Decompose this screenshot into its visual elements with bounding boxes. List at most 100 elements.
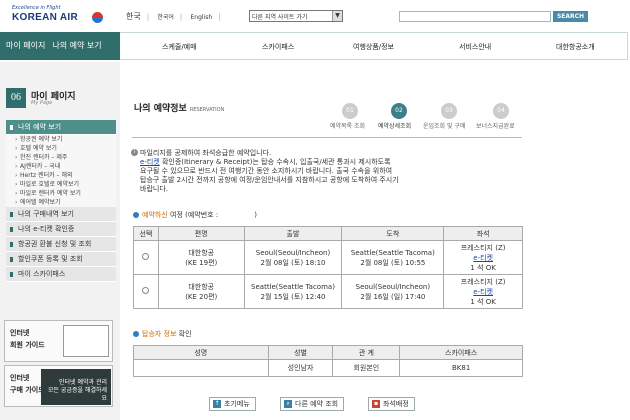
notice-line-2: 확인증(Itinerary & Receipt)는 탑승 수속시, 입출국/세관… bbox=[159, 158, 391, 166]
flight-radio[interactable] bbox=[142, 252, 150, 260]
step-4-number: 04 bbox=[493, 103, 509, 119]
arrow-up-icon: ↑ bbox=[213, 400, 221, 408]
notice-line-4: 탑승구 출발 2시간 전까지 공항에 여정/운임안내서를 지참하시고 공항에 도… bbox=[140, 176, 399, 184]
col-departure: 출발 bbox=[243, 226, 343, 241]
member-guide-banner[interactable]: 인터넷회원 가이드 bbox=[4, 320, 113, 362]
gnb-schedule[interactable]: 스케줄/예매 bbox=[162, 42, 197, 52]
step-2-number: 02 bbox=[391, 103, 407, 119]
sidebar-subitem[interactable]: 호텔 예약 보기 bbox=[6, 144, 116, 153]
sidebar-subtitle: My Page bbox=[31, 100, 53, 106]
site-select[interactable]: 다른 지역 사이트 가기 ▼ bbox=[249, 10, 343, 22]
passenger-heading-rest: 확인 bbox=[178, 330, 192, 338]
step-4-label: 보너스지급완료 bbox=[476, 123, 515, 130]
page-title-text: 나의 예약정보 bbox=[134, 104, 187, 114]
col-seat: 좌석 bbox=[443, 226, 523, 241]
step-1-number: 01 bbox=[342, 103, 358, 119]
seat-status: 1 석 OK bbox=[470, 263, 496, 272]
top-header: Excellence in Flight KOREAN AIR 한국 | 한국어 |… bbox=[0, 0, 630, 31]
table-row: 대한항공 (KE 19편) Seoul(Seoul/Incheon) 2월 08일 … bbox=[133, 240, 523, 275]
step-1-label: 예약목록 조회 bbox=[330, 123, 366, 130]
arr-time: 2월 08일 (토) 10:55 bbox=[360, 258, 426, 267]
tab-my-reservation[interactable]: 나의 예약 보기 bbox=[52, 41, 101, 50]
col-relation: 관 계 bbox=[332, 345, 401, 360]
logo-tagline: Excellence in Flight bbox=[12, 5, 61, 11]
page-title-en: RESERVATION bbox=[189, 107, 225, 113]
cabin-class: 프레스티지 (Z) bbox=[460, 277, 506, 286]
korean-air-logo[interactable]: Excellence in Flight KOREAN AIR bbox=[12, 4, 104, 26]
pax-name bbox=[133, 359, 269, 377]
sidebar-subitem[interactable]: 항공권 예약 보기 bbox=[6, 135, 116, 144]
site-select-value: 다른 지역 사이트 가기 bbox=[252, 14, 308, 21]
lang-korea[interactable]: 한국 bbox=[126, 12, 141, 21]
table-row: 대한항공 (KE 20편) Seattle(Seattle Tacoma) 2월 1… bbox=[133, 274, 523, 309]
dep-city: Seoul(Seoul/Incheon) bbox=[255, 248, 331, 257]
title-divider bbox=[132, 137, 522, 138]
notice-line-3: 요구될 수 있으므로 반드시 전 여행기간 동안 소지하시기 바랍니다. 출국 … bbox=[140, 167, 393, 175]
search-input[interactable] bbox=[399, 11, 551, 22]
step-3-number: 03 bbox=[441, 103, 457, 119]
eticket-link[interactable]: e-티켓 bbox=[444, 287, 522, 297]
other-reservation-button[interactable]: ⌕ 다른 예약 조회 bbox=[280, 397, 345, 411]
sidebar-subitem[interactable]: Hertz 렌터카 – 해외 bbox=[6, 171, 116, 180]
search-icon: ⌕ bbox=[284, 400, 292, 408]
sidebar-subitem[interactable]: 에어텔 예약보기 bbox=[6, 198, 116, 207]
gnb-travel[interactable]: 여행상품/정보 bbox=[353, 42, 394, 52]
banner2-line1: 인터넷 bbox=[10, 374, 30, 382]
notice-box: i 마일리지를 공제하여 좌석승급한 예약입니다. e-티켓 확인증(Itiner… bbox=[131, 149, 521, 194]
lang-english[interactable]: English bbox=[190, 14, 212, 21]
seat-assign-button[interactable]: ▪ 좌석배정 bbox=[368, 397, 415, 411]
banner1-line1: 인터넷 bbox=[10, 329, 30, 337]
step-2-label: 예약상세조회 bbox=[378, 123, 412, 130]
arr-time: 2월 16일 (일) 17:40 bbox=[360, 292, 426, 301]
col-skypass: 스카이패스 bbox=[399, 345, 523, 360]
gnb-service[interactable]: 서비스안내 bbox=[459, 42, 491, 52]
banner1-line2: 회원 가이드 bbox=[10, 341, 45, 349]
banner2-text1: 인터넷 예약과 관리 bbox=[59, 379, 107, 386]
airline: 대한항공 bbox=[188, 282, 215, 291]
notice-line-1: 마일리지를 공제하여 좌석승급한 예약입니다. bbox=[140, 149, 272, 157]
language-links: 한국 | 한국어 | English | bbox=[126, 12, 221, 21]
banner2-line2: 구매 가이드 bbox=[10, 386, 45, 394]
gnb-skypass[interactable]: 스카이패스 bbox=[262, 42, 294, 52]
sidebar-subitem[interactable]: 마일로 호텔로 예약보기 bbox=[6, 180, 116, 189]
itinerary-heading-hl: 예약하신 bbox=[142, 211, 168, 219]
itinerary-heading-rest: 여정 bbox=[170, 211, 183, 219]
seat-status: 1 석 OK bbox=[470, 297, 496, 306]
search-button[interactable]: SEARCH bbox=[553, 11, 588, 22]
sidebar-item[interactable]: 나의 e-티켓 확인증 bbox=[6, 222, 116, 237]
sidebar-subitem[interactable]: AJ렌터카 – 국내 bbox=[6, 162, 116, 171]
initial-menu-button[interactable]: ↑ 초기메뉴 bbox=[209, 397, 256, 411]
info-icon: i bbox=[131, 149, 138, 156]
flight-radio[interactable] bbox=[142, 286, 150, 294]
bullet-icon bbox=[133, 212, 139, 218]
table-row: 성인남자 회원본인 BK81 bbox=[133, 359, 523, 377]
col-arrival: 도착 bbox=[341, 226, 445, 241]
reservation-code-close: ) bbox=[254, 211, 257, 219]
sidebar-item[interactable]: 나의 예약 보기 bbox=[6, 120, 116, 135]
sidebar-item[interactable]: 나의 구매내역 보기 bbox=[6, 207, 116, 222]
passenger-table: 성명 성별 관 계 스카이패스 성인남자 회원본인 BK81 bbox=[133, 345, 523, 377]
tab-mypage[interactable]: 마이 페이지 bbox=[6, 41, 45, 50]
progress-steps: 01 예약목록 조회 02 예약상세조회 03 운임조회 및 구매 04 보너스… bbox=[330, 103, 525, 133]
eticket-link[interactable]: e-티켓 bbox=[140, 158, 160, 166]
lang-korean[interactable]: 한국어 bbox=[157, 14, 174, 21]
col-name: 성명 bbox=[133, 345, 269, 360]
taeguk-icon bbox=[92, 12, 103, 23]
purchase-guide-banner[interactable]: 인터넷 구매 가이드 인터넷 예약과 관리 모든 궁금증을 해결하세요 bbox=[4, 365, 113, 407]
sidebar-item[interactable]: 마이 스카이패스 bbox=[6, 267, 116, 282]
initial-menu-label: 초기메뉴 bbox=[224, 400, 250, 408]
sidebar-subitem[interactable]: 한진 렌터카 – 제주 bbox=[6, 153, 116, 162]
col-gender: 성별 bbox=[267, 345, 334, 360]
airline: 대한항공 bbox=[188, 248, 215, 257]
pax-relation: 회원본인 bbox=[332, 359, 401, 377]
itinerary-table: 선택 편명 출발 도착 좌석 대한항공 (KE 19편) Seoul(Seoul/… bbox=[133, 226, 523, 309]
eticket-link[interactable]: e-티켓 bbox=[444, 253, 522, 263]
sidebar-item[interactable]: 항공권 환불 신청 및 조회 bbox=[6, 237, 116, 252]
cabin-class: 프레스티지 (Z) bbox=[460, 243, 506, 252]
col-select: 선택 bbox=[133, 226, 159, 241]
sidebar-subitem[interactable]: 마일로 렌터카 예약 보기 bbox=[6, 189, 116, 198]
page-title: 나의 예약정보 RESERVATION bbox=[134, 101, 224, 114]
sidebar-item[interactable]: 할인쿠폰 등록 및 조회 bbox=[6, 252, 116, 267]
flight-number: (KE 20편) bbox=[185, 292, 218, 301]
gnb-about[interactable]: 대한항공소개 bbox=[556, 42, 595, 52]
